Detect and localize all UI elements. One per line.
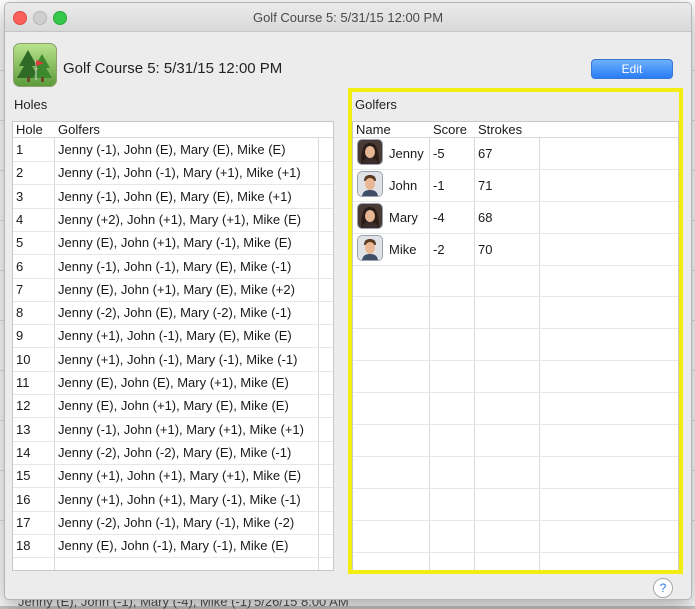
- hole-number: 12: [16, 398, 31, 414]
- hole-golfers: Jenny (-2), John (E), Mary (-2), Mike (-…: [58, 305, 292, 321]
- table-row[interactable]: 14 Jenny (-2), John (-2), Mary (E), Mike …: [13, 441, 333, 465]
- hole-golfers: Jenny (-1), John (-1), Mary (E), Mike (-…: [58, 258, 292, 274]
- golfers-highlight-box: [348, 88, 683, 574]
- hole-number: 16: [16, 491, 31, 507]
- hole-golfers: Jenny (-2), John (-2), Mary (E), Mike (-…: [58, 444, 292, 460]
- hole-golfers: Jenny (-1), John (-1), Mary (+1), Mike (…: [58, 165, 301, 181]
- table-row[interactable]: 16 Jenny (+1), John (+1), Mary (-1), Mike…: [13, 488, 333, 512]
- table-row[interactable]: 10 Jenny (+1), John (-1), Mary (-1), Mike…: [13, 348, 333, 372]
- hole-number: 2: [16, 165, 24, 181]
- hole-golfers: Jenny (E), John (+1), Mary (E), Mike (E): [58, 398, 289, 414]
- table-row[interactable]: 4 Jenny (+2), John (+1), Mary (+1), Mike …: [13, 208, 333, 232]
- window-title: Golf Course 5: 5/31/15 12:00 PM: [252, 10, 444, 25]
- hole-golfers: Jenny (E), John (+1), Mary (-1), Mike (E…: [58, 235, 292, 251]
- table-row[interactable]: 3 Jenny (-1), John (E), Mary (E), Mike (+…: [13, 185, 333, 209]
- hole-number: 10: [16, 351, 31, 367]
- hole-golfers: Jenny (+1), John (+1), Mary (+1), Mike (…: [58, 468, 302, 484]
- column-header-hole[interactable]: Hole: [16, 122, 43, 137]
- hole-number: 8: [16, 305, 24, 321]
- hole-number: 17: [16, 514, 31, 530]
- hole-golfers: Jenny (+2), John (+1), Mary (+1), Mike (…: [58, 211, 302, 227]
- hole-number: 11: [16, 375, 30, 390]
- course-title: Golf Course 5: 5/31/15 12:00 PM: [63, 60, 283, 77]
- hole-number: 9: [16, 328, 24, 344]
- hole-golfers: Jenny (E), John (-1), Mary (-1), Mike (E…: [58, 538, 289, 554]
- table-row[interactable]: 17 Jenny (-2), John (-1), Mary (-1), Mike…: [13, 511, 333, 535]
- hole-number: 15: [16, 468, 31, 484]
- hole-number: 7: [16, 281, 24, 297]
- column-header-golfers[interactable]: Golfers: [58, 122, 100, 137]
- table-row[interactable]: 5 Jenny (E), John (+1), Mary (-1), Mike (…: [13, 231, 333, 256]
- table-row[interactable]: 13 Jenny (-1), John (+1), Mary (+1), Mike…: [13, 418, 333, 442]
- hole-number: 18: [16, 538, 31, 554]
- table-row[interactable]: 15 Jenny (+1), John (+1), Mary (+1), Mike…: [13, 464, 333, 489]
- hole-golfers: Jenny (-1), John (+1), Mary (+1), Mike (…: [58, 421, 304, 437]
- hole-number: 14: [16, 444, 31, 460]
- hole-golfers: Jenny (+1), John (-1), Mary (E), Mike (E…: [58, 328, 292, 344]
- holes-label: Holes: [14, 97, 48, 112]
- holes-table[interactable]: Hole Golfers 1 Jenny (-1), John (E), Mary…: [12, 121, 334, 571]
- hole-number: 5: [16, 235, 24, 251]
- course-window: Golf Course 5: 5/31/15 12:00 PM Golf Cou…: [4, 2, 692, 600]
- edit-button[interactable]: Edit: [591, 59, 673, 79]
- hole-number: 6: [16, 258, 24, 274]
- hole-number: 3: [16, 188, 24, 204]
- golf-course-icon: [13, 43, 57, 87]
- hole-number: 4: [16, 211, 24, 227]
- table-row[interactable]: 7 Jenny (E), John (+1), Mary (E), Mike (+…: [13, 278, 333, 302]
- help-button[interactable]: ?: [653, 578, 673, 598]
- table-row[interactable]: 11 Jenny (E), John (E), Mary (+1), Mike (…: [13, 371, 333, 395]
- hole-golfers: Jenny (E), John (+1), Mary (E), Mike (+2…: [58, 281, 295, 297]
- hole-golfers: Jenny (-2), John (-1), Mary (-1), Mike (…: [58, 514, 295, 530]
- hole-number: 1: [16, 142, 24, 157]
- hole-golfers: Jenny (+1), John (-1), Mary (-1), Mike (…: [58, 351, 298, 367]
- hole-golfers: Jenny (E), John (E), Mary (+1), Mike (E): [58, 375, 289, 390]
- holes-header: Hole Golfers: [13, 122, 333, 138]
- hole-golfers: Jenny (-1), John (E), Mary (E), Mike (E): [58, 142, 286, 157]
- table-row[interactable]: 1 Jenny (-1), John (E), Mary (E), Mike (E…: [13, 138, 333, 162]
- table-row[interactable]: 18 Jenny (E), John (-1), Mary (-1), Mike …: [13, 534, 333, 559]
- table-row[interactable]: 9 Jenny (+1), John (-1), Mary (E), Mike (…: [13, 324, 333, 349]
- hole-golfers: Jenny (-1), John (E), Mary (E), Mike (+1…: [58, 188, 292, 204]
- table-row[interactable]: 12 Jenny (E), John (+1), Mary (E), Mike (…: [13, 394, 333, 419]
- hole-number: 13: [16, 421, 31, 437]
- title-bar[interactable]: Golf Course 5: 5/31/15 12:00 PM: [5, 3, 691, 32]
- empty-row: [13, 557, 333, 570]
- table-row[interactable]: 6 Jenny (-1), John (-1), Mary (E), Mike (…: [13, 255, 333, 279]
- hole-golfers: Jenny (+1), John (+1), Mary (-1), Mike (…: [58, 491, 301, 507]
- table-row[interactable]: 2 Jenny (-1), John (-1), Mary (+1), Mike …: [13, 161, 333, 186]
- table-row[interactable]: 8 Jenny (-2), John (E), Mary (-2), Mike (…: [13, 301, 333, 326]
